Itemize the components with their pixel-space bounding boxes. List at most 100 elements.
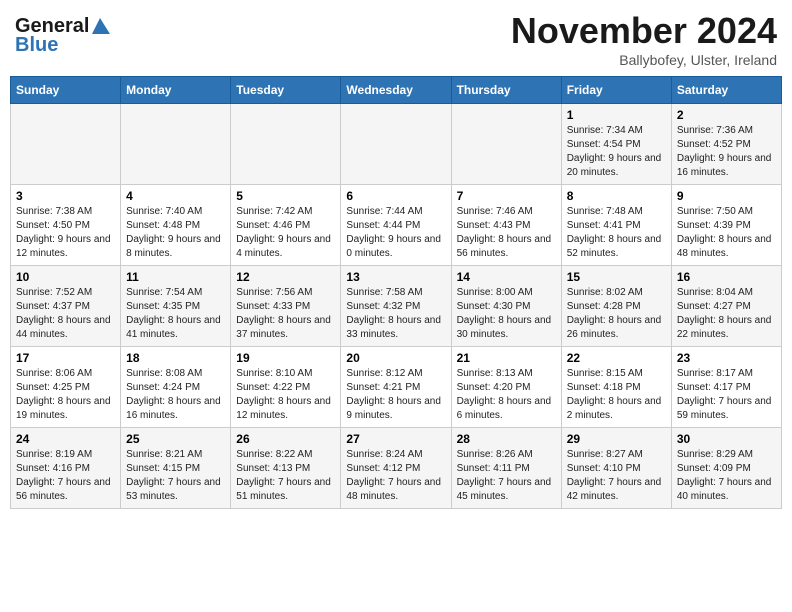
day-number: 12 — [236, 270, 335, 284]
calendar-week-4: 17Sunrise: 8:06 AMSunset: 4:25 PMDayligh… — [11, 347, 782, 428]
month-title: November 2024 — [511, 10, 777, 52]
day-number: 5 — [236, 189, 335, 203]
calendar-cell: 25Sunrise: 8:21 AMSunset: 4:15 PMDayligh… — [121, 428, 231, 509]
calendar-cell: 8Sunrise: 7:48 AMSunset: 4:41 PMDaylight… — [561, 185, 671, 266]
day-info: Sunrise: 8:00 AMSunset: 4:30 PMDaylight:… — [457, 286, 556, 342]
day-info: Sunrise: 8:10 AMSunset: 4:22 PMDaylight:… — [236, 367, 335, 423]
calendar-cell: 17Sunrise: 8:06 AMSunset: 4:25 PMDayligh… — [11, 347, 121, 428]
day-number: 15 — [567, 270, 666, 284]
page-header: General Blue November 2024 Ballybofey, U… — [10, 10, 782, 68]
calendar-cell: 22 Sunrise: 8:15 AMSunset: 4:18 PMDayligh… — [561, 347, 671, 428]
calendar-cell — [231, 104, 341, 185]
day-info: Sunrise: 8:27 AMSunset: 4:10 PMDaylight:… — [567, 448, 666, 504]
logo: General Blue — [15, 15, 112, 57]
day-info: Sunrise: 7:44 AMSunset: 4:44 PMDaylight:… — [346, 205, 445, 261]
day-number: 18 — [126, 351, 225, 365]
day-info: Sunrise: 8:15 AMSunset: 4:18 PMDaylight:… — [567, 367, 666, 423]
calendar-cell — [341, 104, 451, 185]
day-info: Sunrise: 7:40 AMSunset: 4:48 PMDaylight:… — [126, 205, 225, 261]
calendar-cell: 1 Sunrise: 7:34 AMSunset: 4:54 PMDaylight… — [561, 104, 671, 185]
day-info: Sunrise: 7:58 AMSunset: 4:32 PMDaylight:… — [346, 286, 445, 342]
calendar-cell: 13 Sunrise: 7:58 AMSunset: 4:32 PMDayligh… — [341, 266, 451, 347]
calendar-cell: 2 Sunrise: 7:36 AMSunset: 4:52 PMDaylight… — [671, 104, 781, 185]
calendar-cell: 21 Sunrise: 8:13 AMSunset: 4:20 PMDayligh… — [451, 347, 561, 428]
day-info: Sunrise: 7:42 AMSunset: 4:46 PMDaylight:… — [236, 205, 335, 261]
day-number: 8 — [567, 189, 666, 203]
day-number: 21 — [457, 351, 556, 365]
day-info: Sunrise: 8:13 AMSunset: 4:20 PMDaylight:… — [457, 367, 556, 423]
day-info: Sunrise: 8:19 AMSunset: 4:16 PMDaylight:… — [16, 448, 115, 504]
calendar-table: SundayMondayTuesdayWednesdayThursdayFrid… — [10, 76, 782, 509]
calendar-cell: 7 Sunrise: 7:46 AMSunset: 4:43 PMDaylight… — [451, 185, 561, 266]
day-number: 10 — [16, 270, 115, 284]
calendar-week-2: 3 Sunrise: 7:38 AMSunset: 4:50 PMDaylight… — [11, 185, 782, 266]
day-number: 27 — [346, 432, 445, 446]
day-info: Sunrise: 7:34 AMSunset: 4:54 PMDaylight:… — [567, 124, 666, 180]
day-info: Sunrise: 7:56 AMSunset: 4:33 PMDaylight:… — [236, 286, 335, 342]
logo-icon — [90, 16, 112, 38]
calendar-cell: 29 Sunrise: 8:27 AMSunset: 4:10 PMDayligh… — [561, 428, 671, 509]
calendar-cell: 19Sunrise: 8:10 AMSunset: 4:22 PMDayligh… — [231, 347, 341, 428]
day-number: 4 — [126, 189, 225, 203]
day-info: Sunrise: 8:08 AMSunset: 4:24 PMDaylight:… — [126, 367, 225, 423]
calendar-cell: 5 Sunrise: 7:42 AMSunset: 4:46 PMDaylight… — [231, 185, 341, 266]
calendar-week-5: 24 Sunrise: 8:19 AMSunset: 4:16 PMDayligh… — [11, 428, 782, 509]
col-header-monday: Monday — [121, 77, 231, 104]
col-header-sunday: Sunday — [11, 77, 121, 104]
calendar-cell: 12 Sunrise: 7:56 AMSunset: 4:33 PMDayligh… — [231, 266, 341, 347]
calendar-cell: 16 Sunrise: 8:04 AMSunset: 4:27 PMDayligh… — [671, 266, 781, 347]
day-number: 22 — [567, 351, 666, 365]
calendar-cell: 20 Sunrise: 8:12 AMSunset: 4:21 PMDayligh… — [341, 347, 451, 428]
day-info: Sunrise: 8:02 AMSunset: 4:28 PMDaylight:… — [567, 286, 666, 342]
day-info: Sunrise: 8:04 AMSunset: 4:27 PMDaylight:… — [677, 286, 776, 342]
calendar-cell: 28Sunrise: 8:26 AMSunset: 4:11 PMDayligh… — [451, 428, 561, 509]
day-number: 26 — [236, 432, 335, 446]
col-header-friday: Friday — [561, 77, 671, 104]
calendar-cell: 23 Sunrise: 8:17 AMSunset: 4:17 PMDayligh… — [671, 347, 781, 428]
calendar-cell: 4 Sunrise: 7:40 AMSunset: 4:48 PMDaylight… — [121, 185, 231, 266]
day-number: 7 — [457, 189, 556, 203]
day-number: 13 — [346, 270, 445, 284]
day-number: 23 — [677, 351, 776, 365]
day-number: 24 — [16, 432, 115, 446]
day-info: Sunrise: 7:36 AMSunset: 4:52 PMDaylight:… — [677, 124, 776, 180]
day-number: 2 — [677, 108, 776, 122]
day-number: 29 — [567, 432, 666, 446]
day-number: 9 — [677, 189, 776, 203]
day-info: Sunrise: 8:24 AMSunset: 4:12 PMDaylight:… — [346, 448, 445, 504]
day-number: 20 — [346, 351, 445, 365]
calendar-cell — [121, 104, 231, 185]
day-info: Sunrise: 7:54 AMSunset: 4:35 PMDaylight:… — [126, 286, 225, 342]
calendar-cell — [11, 104, 121, 185]
calendar-header-row: SundayMondayTuesdayWednesdayThursdayFrid… — [11, 77, 782, 104]
day-info: Sunrise: 7:50 AMSunset: 4:39 PMDaylight:… — [677, 205, 776, 261]
day-info: Sunrise: 8:17 AMSunset: 4:17 PMDaylight:… — [677, 367, 776, 423]
day-info: Sunrise: 8:12 AMSunset: 4:21 PMDaylight:… — [346, 367, 445, 423]
day-number: 3 — [16, 189, 115, 203]
col-header-tuesday: Tuesday — [231, 77, 341, 104]
day-info: Sunrise: 7:38 AMSunset: 4:50 PMDaylight:… — [16, 205, 115, 261]
day-number: 30 — [677, 432, 776, 446]
day-info: Sunrise: 8:29 AMSunset: 4:09 PMDaylight:… — [677, 448, 776, 504]
calendar-cell: 6 Sunrise: 7:44 AMSunset: 4:44 PMDaylight… — [341, 185, 451, 266]
day-number: 6 — [346, 189, 445, 203]
title-block: November 2024 Ballybofey, Ulster, Irelan… — [511, 10, 777, 68]
calendar-cell: 26Sunrise: 8:22 AMSunset: 4:13 PMDayligh… — [231, 428, 341, 509]
day-number: 16 — [677, 270, 776, 284]
calendar-cell: 9 Sunrise: 7:50 AMSunset: 4:39 PMDaylight… — [671, 185, 781, 266]
col-header-thursday: Thursday — [451, 77, 561, 104]
day-number: 17 — [16, 351, 115, 365]
calendar-cell: 15 Sunrise: 8:02 AMSunset: 4:28 PMDayligh… — [561, 266, 671, 347]
calendar-cell: 10 Sunrise: 7:52 AMSunset: 4:37 PMDayligh… — [11, 266, 121, 347]
calendar-week-1: 1 Sunrise: 7:34 AMSunset: 4:54 PMDaylight… — [11, 104, 782, 185]
day-number: 28 — [457, 432, 556, 446]
calendar-cell: 30 Sunrise: 8:29 AMSunset: 4:09 PMDayligh… — [671, 428, 781, 509]
day-number: 14 — [457, 270, 556, 284]
logo-blue: Blue — [15, 34, 58, 57]
day-number: 11 — [126, 270, 225, 284]
day-info: Sunrise: 7:46 AMSunset: 4:43 PMDaylight:… — [457, 205, 556, 261]
day-info: Sunrise: 8:21 AMSunset: 4:15 PMDaylight:… — [126, 448, 225, 504]
day-number: 1 — [567, 108, 666, 122]
calendar-cell: 14 Sunrise: 8:00 AMSunset: 4:30 PMDayligh… — [451, 266, 561, 347]
day-info: Sunrise: 7:52 AMSunset: 4:37 PMDaylight:… — [16, 286, 115, 342]
